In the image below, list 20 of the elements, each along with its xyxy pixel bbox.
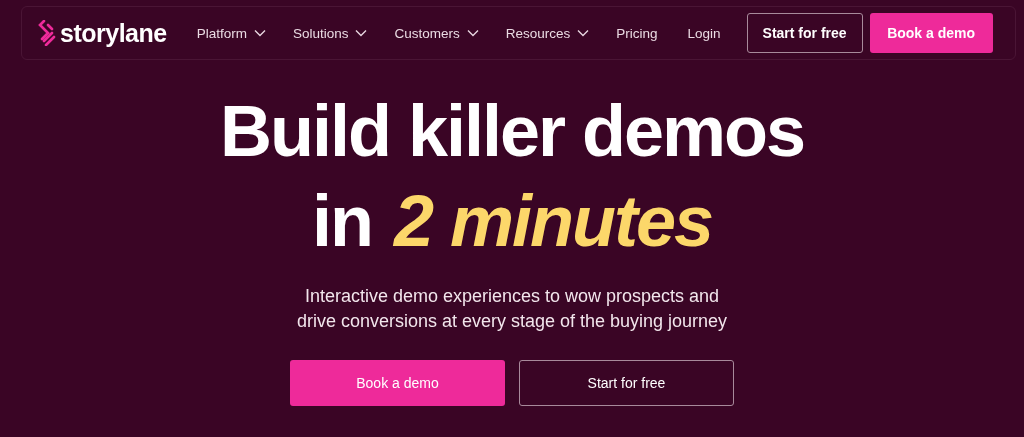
nav-link[interactable]: Login	[687, 25, 721, 41]
nav-link[interactable]: Customers	[394, 25, 479, 41]
logo-icon	[38, 20, 56, 46]
brand-name[interactable]: storylane	[60, 18, 167, 48]
nav-link[interactable]: Platform	[196, 25, 266, 41]
start-free-button[interactable]: Start for free	[519, 360, 734, 406]
hero-title: in	[311, 180, 372, 263]
book-demo-button[interactable]: Book a demo	[290, 360, 505, 406]
start-free-button[interactable]: Start for free	[746, 13, 863, 53]
nav-link[interactable]: Resources	[505, 25, 590, 41]
book-demo-button[interactable]: Book a demo	[869, 13, 993, 53]
chevron-down-icon	[253, 29, 266, 37]
chevron-down-icon	[355, 29, 368, 37]
hero-subtitle: Interactive demo experiences to wow prospects and drive conversions at every stage of the buying journey	[295, 285, 729, 333]
nav-link[interactable]: Solutions	[292, 25, 368, 41]
hero-highlight: 2 minutes	[393, 180, 713, 263]
chevron-down-icon	[466, 29, 479, 37]
nav-link[interactable]: Pricing	[616, 25, 658, 41]
hero-title: Build killer demos	[219, 90, 805, 173]
chevron-down-icon	[577, 29, 590, 37]
